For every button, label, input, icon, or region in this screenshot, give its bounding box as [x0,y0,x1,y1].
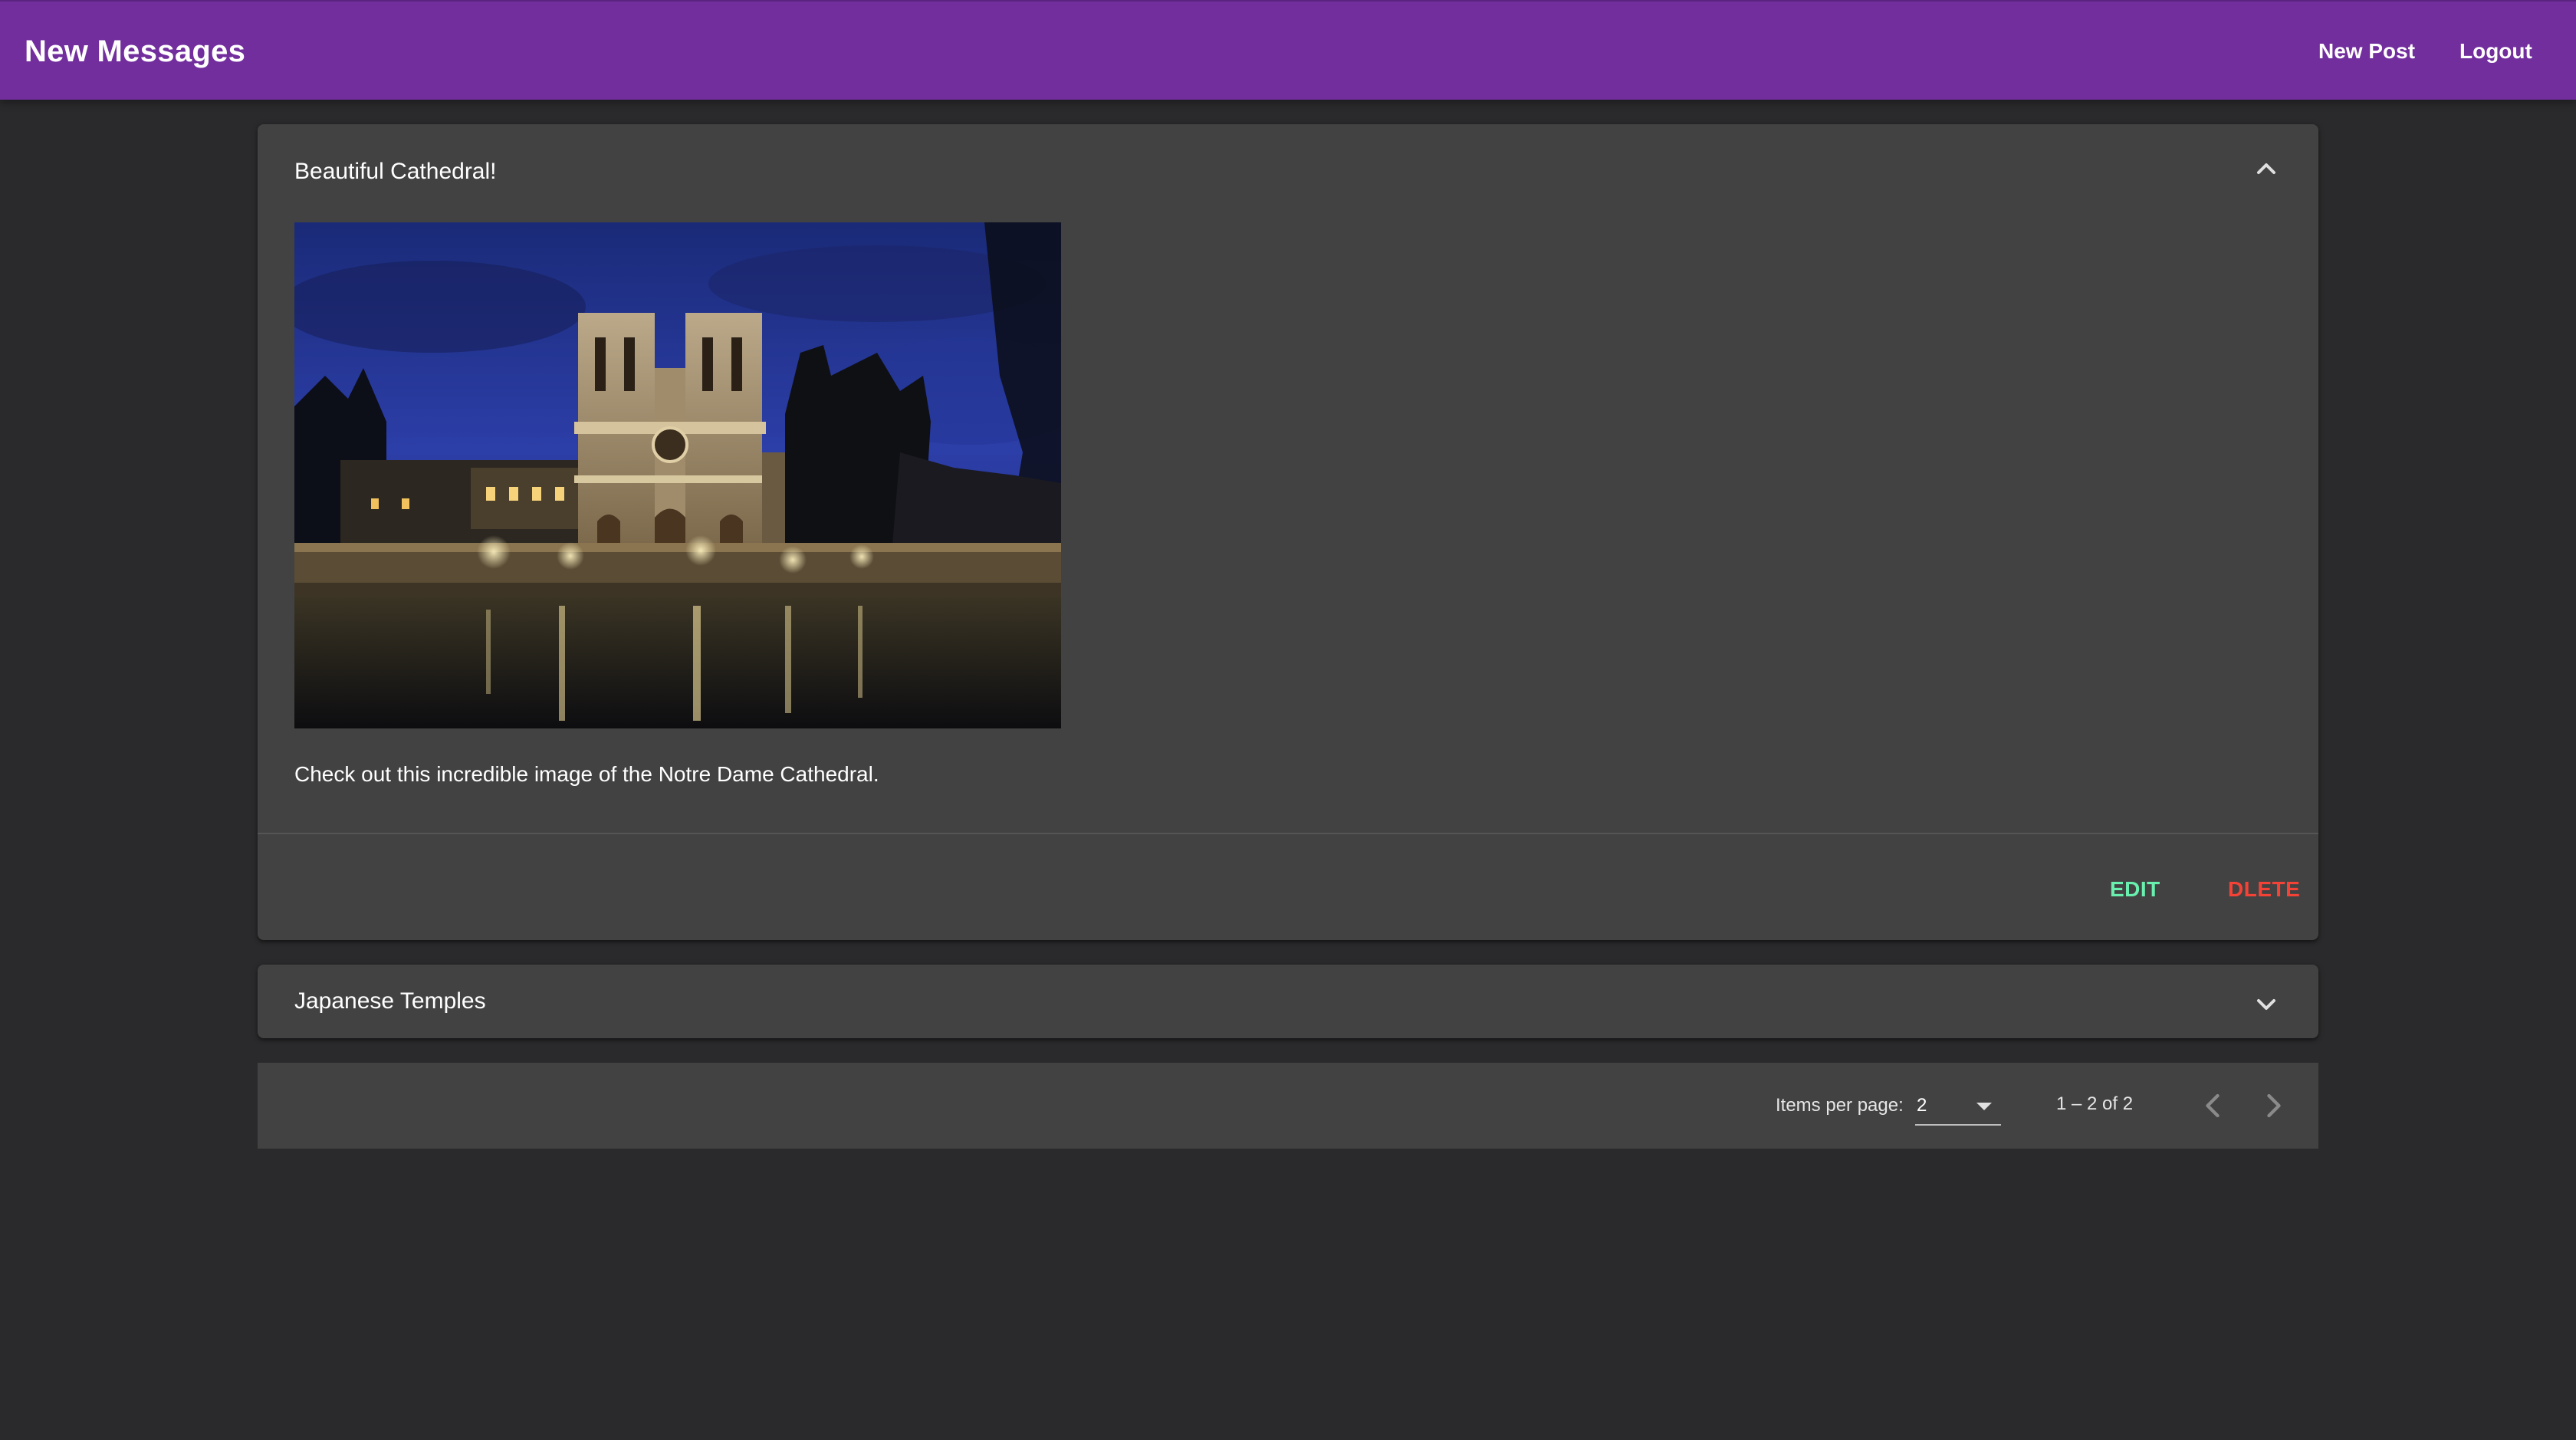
chevron-down-icon[interactable] [2251,989,2282,1020]
paginator: Items per page: 2 1 – 2 of 2 [258,1063,2318,1149]
post-panel: Beautiful Cathedral! Check out this incr… [258,124,2318,940]
delete-button[interactable]: DLETE [2216,866,2312,912]
app-title: New Messages [25,35,246,68]
action-divider [258,833,2318,834]
post-panel-header[interactable]: Japanese Temples [258,965,2318,1038]
chevron-up-icon[interactable] [2251,153,2282,184]
post-title: Beautiful Cathedral! [294,159,497,184]
post-image [294,222,1061,728]
dropdown-arrow-icon [1976,1103,1992,1110]
items-per-page-label: Items per page: [1776,1095,1904,1116]
items-per-page-select[interactable]: 2 [1915,1086,2001,1126]
chevron-left-icon[interactable] [2193,1086,2233,1126]
post-content: Check out this incredible image of the N… [294,762,879,786]
chevron-right-icon[interactable] [2254,1086,2294,1126]
edit-button[interactable]: EDIT [2098,866,2173,912]
app-toolbar: New Messages New Post Logout [0,0,2576,100]
cathedral-photo [294,222,1061,728]
post-title: Japanese Temples [294,988,486,1014]
new-post-button[interactable]: New Post [2306,29,2427,74]
post-panel: Japanese Temples [258,965,2318,1038]
post-panel-header[interactable]: Beautiful Cathedral! [258,124,2318,221]
page-range-label: 1 – 2 of 2 [2056,1093,2134,1114]
logout-button[interactable]: Logout [2447,29,2545,74]
items-per-page-value: 2 [1917,1095,1927,1116]
